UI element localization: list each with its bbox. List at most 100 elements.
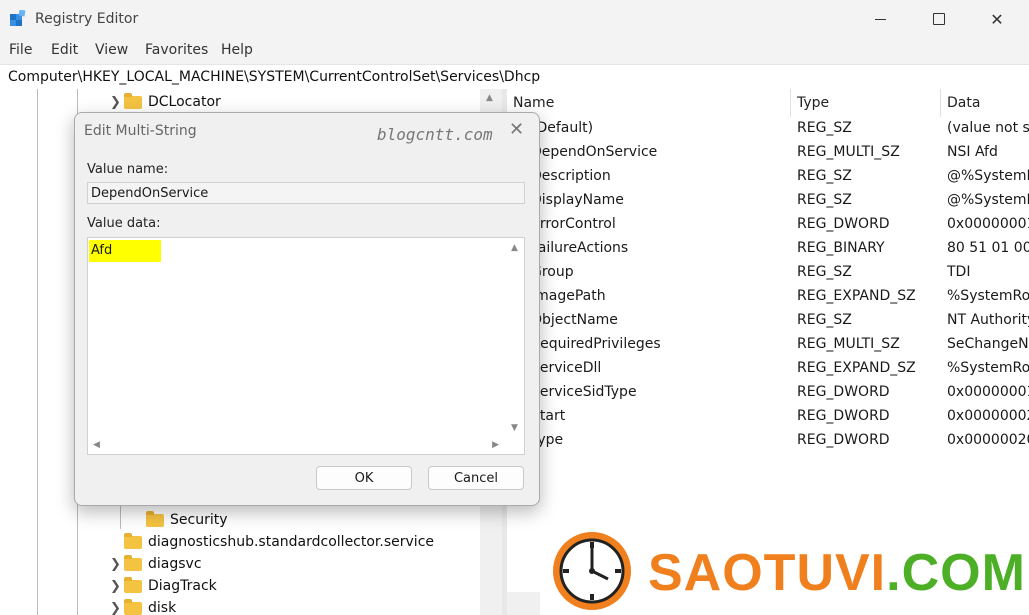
tree-item[interactable]: diagnosticshub.standardcollector.service — [124, 531, 434, 553]
table-row[interactable]: RequiredPrivileges REG_MULTI_SZ SeChangeNo — [507, 333, 1029, 357]
cell-name: DependOnService — [531, 144, 658, 160]
cancel-button[interactable]: Cancel — [428, 466, 524, 490]
folder-icon — [124, 532, 142, 549]
ok-button[interactable]: OK — [316, 466, 412, 490]
value-name-field: DependOnService — [87, 182, 525, 204]
maximize-icon — [933, 13, 945, 25]
maximize-button[interactable] — [910, 0, 968, 38]
menu-file[interactable]: File — [9, 42, 32, 58]
cell-data: @%SystemR — [947, 192, 1029, 208]
menu-bar: File Edit View Favorites Help — [0, 38, 1029, 62]
table-row[interactable]: ServiceSidType REG_DWORD 0x00000001 — [507, 381, 1029, 405]
dialog-close-icon[interactable]: ✕ — [509, 119, 524, 140]
column-header-name[interactable]: Name — [513, 95, 554, 111]
address-path[interactable]: Computer\HKEY_LOCAL_MACHINE\SYSTEM\Curre… — [8, 69, 540, 85]
address-bar[interactable]: Computer\HKEY_LOCAL_MACHINE\SYSTEM\Curre… — [0, 64, 1029, 90]
minimize-button[interactable] — [851, 0, 909, 38]
cell-data: NT Authority — [947, 312, 1029, 328]
cell-name: FailureActions — [531, 240, 629, 256]
scroll-down-icon[interactable]: ▼ — [511, 423, 518, 433]
cell-type: REG_DWORD — [797, 384, 890, 400]
scroll-left-icon[interactable]: ◀ — [93, 440, 100, 450]
cell-type: REG_DWORD — [797, 432, 890, 448]
tree-item-label: diagsvc — [148, 556, 202, 572]
cell-type: REG_BINARY — [797, 240, 885, 256]
logo-text-green: .COM — [886, 544, 1026, 602]
tree-item[interactable]: ❯ DiagTrack — [110, 575, 217, 597]
cell-type: REG_SZ — [797, 312, 852, 328]
cell-data: %SystemRoo — [947, 360, 1029, 376]
chevron-right-icon[interactable]: ❯ — [110, 601, 124, 615]
cell-name: RequiredPrivileges — [531, 336, 661, 352]
folder-icon — [124, 92, 142, 109]
cell-data: 0x00000001 — [947, 384, 1029, 400]
menu-help[interactable]: Help — [221, 42, 253, 58]
cell-type: REG_SZ — [797, 120, 852, 136]
value-data-text[interactable]: Afd — [89, 240, 161, 262]
cell-type: REG_MULTI_SZ — [797, 336, 900, 352]
cell-data: 80 51 01 00 — [947, 240, 1029, 256]
cell-name: ServiceDll — [531, 360, 602, 376]
cell-name: (Default) — [531, 120, 594, 136]
tree-item[interactable]: ❯ disk — [110, 597, 176, 615]
logo-text-orange: SAOTUVI — [648, 544, 887, 602]
cell-type: REG_SZ — [797, 264, 852, 280]
column-header-data[interactable]: Data — [947, 95, 980, 111]
cell-data: 0x00000002 — [947, 408, 1029, 424]
value-data-vertical-scrollbar[interactable]: ▲ ▼ — [507, 239, 523, 435]
folder-icon — [124, 598, 142, 615]
table-row[interactable]: Group REG_SZ TDI — [507, 261, 1029, 285]
menu-edit[interactable]: Edit — [51, 42, 78, 58]
table-row[interactable]: Description REG_SZ @%SystemR — [507, 165, 1029, 189]
cell-data: (value not se — [947, 120, 1029, 136]
cell-type: REG_EXPAND_SZ — [797, 288, 916, 304]
tree-item-label: DiagTrack — [148, 578, 217, 594]
chevron-right-icon[interactable]: ❯ — [110, 557, 124, 572]
registry-editor-icon — [10, 9, 28, 28]
cell-data: TDI — [947, 264, 971, 280]
table-row[interactable]: DependOnService REG_MULTI_SZ NSI Afd — [507, 141, 1029, 165]
scroll-right-icon[interactable]: ▶ — [492, 440, 499, 450]
menu-favorites[interactable]: Favorites — [145, 42, 208, 58]
table-row[interactable]: ServiceDll REG_EXPAND_SZ %SystemRoo — [507, 357, 1029, 381]
clock-icon — [553, 532, 631, 610]
dialog-title: Edit Multi-String — [84, 123, 197, 139]
tree-item-label: disk — [148, 600, 177, 615]
cell-data: NSI Afd — [947, 144, 998, 160]
table-row[interactable]: ObjectName REG_SZ NT Authority — [507, 309, 1029, 333]
table-row[interactable]: DisplayName REG_SZ @%SystemR — [507, 189, 1029, 213]
scroll-up-icon[interactable]: ▲ — [511, 243, 518, 253]
close-icon: ✕ — [990, 9, 1004, 29]
table-row[interactable]: FailureActions REG_BINARY 80 51 01 00 — [507, 237, 1029, 261]
cell-type: REG_EXPAND_SZ — [797, 360, 916, 376]
cell-name: ImagePath — [531, 288, 606, 304]
cell-name: ObjectName — [531, 312, 618, 328]
cell-type: REG_SZ — [797, 168, 852, 184]
cell-name: DisplayName — [531, 192, 624, 208]
tree-item-label: DCLocator — [148, 94, 221, 110]
title-bar: Registry Editor ✕ — [0, 0, 1029, 38]
scroll-up-icon[interactable]: ▲ — [486, 93, 493, 103]
table-row[interactable]: Start REG_DWORD 0x00000002 — [507, 405, 1029, 429]
tree-item[interactable]: ❯ DCLocator — [110, 91, 221, 113]
folder-icon — [146, 510, 164, 527]
close-button[interactable]: ✕ — [968, 0, 1026, 38]
table-row[interactable]: Type REG_DWORD 0x00000020 — [507, 429, 1029, 453]
column-header-type[interactable]: Type — [797, 95, 829, 111]
chevron-right-icon[interactable]: ❯ — [110, 95, 124, 110]
menu-view[interactable]: View — [95, 42, 128, 58]
table-row[interactable]: (Default) REG_SZ (value not se — [507, 117, 1029, 141]
tree-item[interactable]: Security — [146, 509, 228, 531]
table-row[interactable]: ErrorControl REG_DWORD 0x00000001 — [507, 213, 1029, 237]
value-data-label: Value data: — [87, 216, 161, 231]
table-row[interactable]: ImagePath REG_EXPAND_SZ %SystemRoo — [507, 285, 1029, 309]
cell-type: REG_DWORD — [797, 216, 890, 232]
dialog-watermark: blogcntt.com — [377, 125, 493, 144]
value-data-horizontal-scrollbar[interactable]: ◀ ▶ — [89, 437, 505, 453]
cell-name: ServiceSidType — [531, 384, 637, 400]
chevron-right-icon[interactable]: ❯ — [110, 579, 124, 594]
value-data-textarea[interactable]: Afd ▲ ▼ ◀ ▶ — [87, 237, 525, 455]
cell-data: 0x00000020 — [947, 432, 1029, 448]
cell-name: Description — [531, 168, 611, 184]
tree-item[interactable]: ❯ diagsvc — [110, 553, 202, 575]
